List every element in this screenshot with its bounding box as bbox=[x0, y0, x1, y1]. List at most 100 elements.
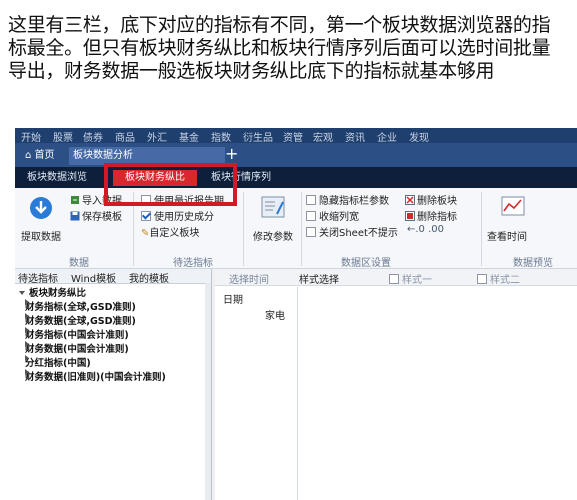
select-time-button[interactable]: 选择时间 bbox=[229, 271, 269, 286]
save-icon bbox=[70, 211, 80, 221]
download-icon bbox=[30, 197, 52, 219]
wind-terminal-window: 开始 股票 债券 商品 外汇 基金 指数 衍生品 资管 宏观 资讯 企业 发现 … bbox=[15, 128, 577, 500]
delete-indicator-label: 删除指标 bbox=[417, 212, 457, 223]
decimal-places-icon[interactable]: ←.0 .00 bbox=[407, 224, 444, 235]
shrink-cols-label: 收缩列宽 bbox=[319, 212, 359, 223]
tree-item[interactable]: 财务指标(全球,GSD准则) bbox=[25, 299, 136, 313]
delete-indicator-button[interactable]: 删除指标 bbox=[405, 208, 457, 223]
tree-root-label: 板块财务纵比 bbox=[29, 288, 87, 299]
tree-item[interactable]: 财务数据(旧准则)(中国会计准则) bbox=[25, 369, 166, 383]
style-one-label: 样式一 bbox=[402, 275, 432, 286]
tab-home[interactable]: ⌂ 首页 bbox=[21, 147, 59, 165]
top-menu-bar: 开始 股票 债券 商品 外汇 基金 指数 衍生品 资管 宏观 资讯 企业 发现 bbox=[15, 128, 577, 143]
delete-sector-label: 删除板块 bbox=[417, 196, 457, 207]
tree-item[interactable]: 分红指标(中国) bbox=[25, 355, 91, 369]
ribbon-separator bbox=[301, 192, 302, 266]
ribbon-toolbar: 提取数据 导入数据 保存模板 数据 使用最近报告期 使用历史成分 ✎自定义板块 … bbox=[15, 188, 577, 269]
tree-root[interactable]: 板块财务纵比 bbox=[19, 285, 86, 299]
hide-params-label: 隐藏指标栏参数 bbox=[319, 196, 389, 207]
group-label-indicator: 待选指标 bbox=[173, 258, 213, 269]
checkbox-icon bbox=[306, 227, 316, 237]
import-icon bbox=[71, 196, 79, 204]
tree-item-label: 分红指标(中国) bbox=[25, 358, 91, 369]
expand-right-icon bbox=[25, 313, 29, 319]
line-chart-icon bbox=[501, 196, 525, 216]
tree-item-label: 财务指标(中国会计准则) bbox=[25, 330, 129, 341]
menu-news[interactable]: 资讯 bbox=[345, 129, 365, 143]
checkbox-icon bbox=[306, 211, 316, 221]
tree-item[interactable]: 财务数据(全球,GSD准则) bbox=[25, 313, 136, 327]
tree-item-label: 财务数据(中国会计准则) bbox=[25, 344, 129, 355]
style-two-label: 样式二 bbox=[490, 275, 520, 286]
expand-right-icon bbox=[25, 299, 29, 305]
menu-macro[interactable]: 宏观 bbox=[313, 129, 333, 143]
checkbox-checked-icon bbox=[141, 211, 151, 221]
tree-scrollbar[interactable] bbox=[205, 283, 211, 500]
expand-right-icon bbox=[25, 369, 29, 375]
home-icon: ⌂ bbox=[25, 150, 32, 161]
tab-sector-analysis-label: 板块数据分析 bbox=[73, 150, 133, 161]
menu-start[interactable]: 开始 bbox=[21, 129, 41, 143]
style-select-label: 样式选择 bbox=[299, 275, 339, 286]
highlight-frame bbox=[104, 163, 237, 206]
edit-params-icon bbox=[261, 196, 285, 218]
edit-params-button[interactable]: 修改参数 bbox=[253, 228, 293, 243]
menu-derivatives[interactable]: 衍生品 bbox=[243, 129, 273, 143]
menu-forex[interactable]: 外汇 bbox=[147, 129, 167, 143]
close-sheet-label: 关闭Sheet不提示 bbox=[319, 228, 398, 239]
custom-sector-label: 自定义板块 bbox=[149, 228, 200, 239]
close-sheet-checkbox[interactable]: 关闭Sheet不提示 bbox=[306, 224, 398, 239]
tree-item[interactable]: 财务指标(中国会计准则) bbox=[25, 327, 129, 341]
expand-right-icon bbox=[25, 355, 29, 361]
expand-down-icon bbox=[19, 291, 25, 295]
tree-item-label: 财务数据(旧准则)(中国会计准则) bbox=[25, 372, 166, 383]
custom-sector-button[interactable]: ✎自定义板块 bbox=[141, 224, 199, 239]
checkbox-icon bbox=[389, 274, 399, 284]
ribbon-separator bbox=[481, 192, 482, 266]
style-two-option[interactable]: 样式二 bbox=[477, 271, 520, 286]
tab-my-template[interactable]: 我的模板 bbox=[129, 270, 169, 285]
tab-candidate-indicators[interactable]: 待选指标 bbox=[18, 270, 58, 285]
instruction-caption: 这里有三栏，底下对应的指标有不同，第一个板块数据浏览器的指标最全。但只有板块财务… bbox=[8, 14, 551, 82]
menu-enterprise[interactable]: 企业 bbox=[377, 129, 397, 143]
menu-asset-mgmt[interactable]: 资管 bbox=[283, 129, 303, 143]
view-time-button[interactable]: 查看时间 bbox=[487, 228, 527, 243]
hide-params-checkbox[interactable]: 隐藏指标栏参数 bbox=[306, 192, 389, 207]
menu-index[interactable]: 指数 bbox=[211, 129, 231, 143]
delete-sector-button[interactable]: 删除板块 bbox=[405, 192, 457, 207]
menu-bond[interactable]: 债券 bbox=[83, 129, 103, 143]
tab-home-label: 首页 bbox=[34, 150, 55, 161]
grid-header-sector: 家电 bbox=[265, 311, 285, 322]
menu-discover[interactable]: 发现 bbox=[409, 129, 429, 143]
menu-fund[interactable]: 基金 bbox=[179, 129, 199, 143]
subtab-sector-browser[interactable]: 板块数据浏览 bbox=[27, 170, 87, 186]
tree-item[interactable]: 财务数据(中国会计准则) bbox=[25, 341, 129, 355]
style-one-option[interactable]: 样式一 bbox=[389, 271, 432, 286]
tab-bar: ⌂ 首页 板块数据分析 + bbox=[15, 143, 577, 167]
data-grid: 日期 家电 bbox=[217, 287, 298, 500]
use-history-checkbox[interactable]: 使用历史成分 bbox=[141, 208, 214, 223]
tab-wind-template[interactable]: Wind模板 bbox=[71, 270, 116, 285]
checkbox-icon bbox=[477, 274, 487, 284]
use-history-label: 使用历史成分 bbox=[154, 212, 214, 223]
tree-item-label: 财务指标(全球,GSD准则) bbox=[25, 302, 136, 313]
delete-indicator-icon bbox=[405, 211, 415, 221]
add-tab-icon[interactable]: + bbox=[225, 144, 238, 163]
tree-item-label: 财务数据(全球,GSD准则) bbox=[25, 316, 136, 327]
data-preview-area: 选择时间 样式选择 样式一 样式二 日期 家电 bbox=[215, 269, 577, 500]
grid-header-date: 日期 bbox=[223, 295, 243, 306]
checkbox-icon bbox=[306, 195, 316, 205]
menu-stock[interactable]: 股票 bbox=[53, 129, 73, 143]
preview-toolbar: 选择时间 样式选择 样式一 样式二 bbox=[215, 269, 577, 286]
expand-right-icon bbox=[25, 327, 29, 333]
indicator-panel: 待选指标 Wind模板 我的模板 板块财务纵比 财务指标(全球,GSD准则) 财… bbox=[15, 269, 212, 500]
extract-data-button[interactable]: 提取数据 bbox=[21, 228, 61, 243]
sub-tab-bar: 板块数据浏览 板块财务纵比 板块行情序列 bbox=[15, 167, 577, 188]
ribbon-separator bbox=[243, 192, 244, 266]
group-label-preview: 数据预览 bbox=[513, 258, 553, 269]
menu-commodity[interactable]: 商品 bbox=[115, 129, 135, 143]
shrink-cols-checkbox[interactable]: 收缩列宽 bbox=[306, 208, 359, 223]
save-template-button[interactable]: 保存模板 bbox=[70, 208, 122, 223]
save-template-label: 保存模板 bbox=[82, 212, 122, 223]
expand-right-icon bbox=[25, 341, 29, 347]
